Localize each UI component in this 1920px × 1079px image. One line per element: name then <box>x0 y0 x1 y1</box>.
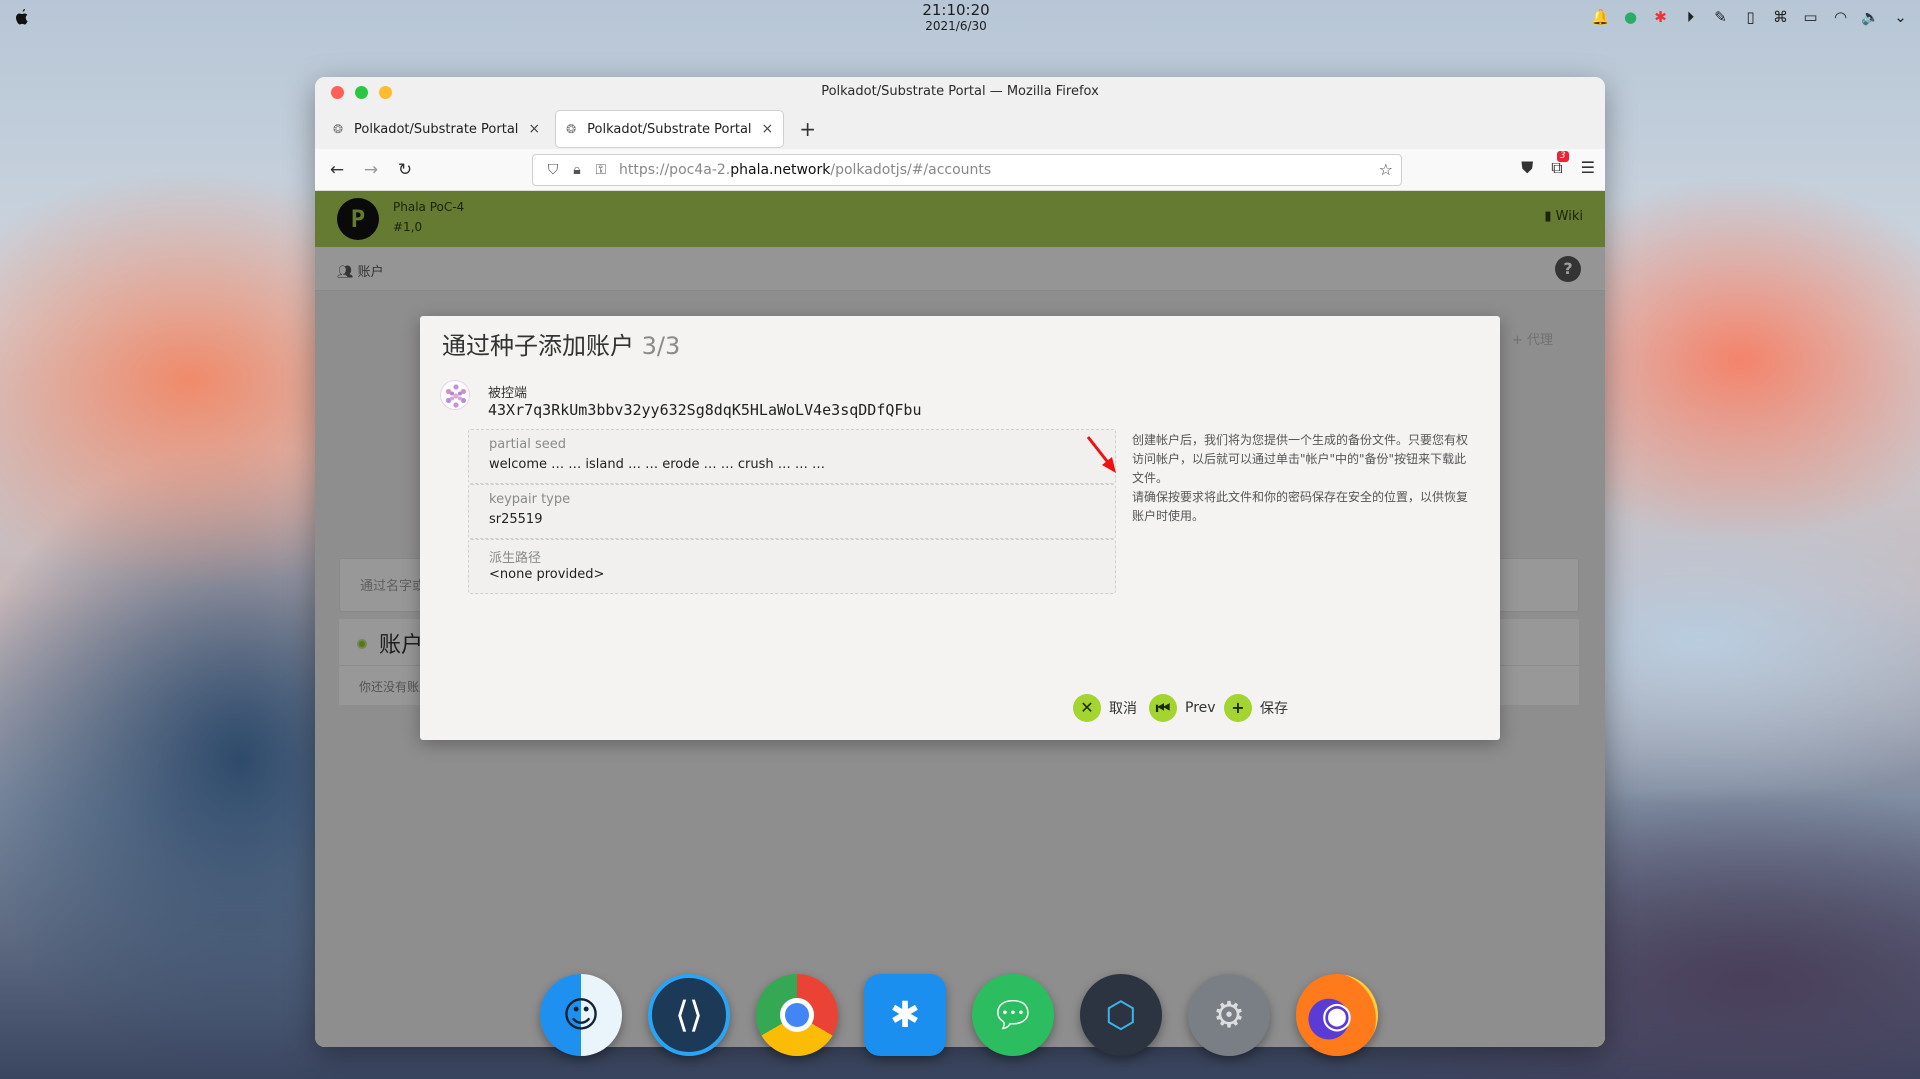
cancel-button[interactable]: ✕ 取消 <box>1073 694 1137 722</box>
shield-icon[interactable]: ⛉ <box>541 162 565 178</box>
red-arrow-annotation <box>1086 436 1116 473</box>
new-tab-button[interactable]: + <box>799 117 816 141</box>
lock-icon[interactable]: 🔒︎ <box>565 162 589 178</box>
page-content: P Phala PoC-4 #1,0 ▮ Wiki 👥︎ 账户 ? + 代理 通… <box>315 191 1605 1047</box>
field-value: <none provided> <box>489 567 605 582</box>
field-label: partial seed <box>489 437 567 452</box>
polkadot-favicon-icon: ❂ <box>333 122 344 136</box>
clock-date: 2021/6/30 <box>925 19 987 33</box>
identicon-avatar[interactable] <box>440 380 470 410</box>
keypair-type-field: keypair type sr25519 <box>468 484 1116 539</box>
clock[interactable]: 21:10:20 2021/6/30 <box>900 1 1012 34</box>
vscode-icon[interactable]: ⟨⟩ <box>648 974 730 1056</box>
add-account-modal: 通过种子添加账户 3/3 被控端 43Xr7q3RkUm3bbv32yy632S… <box>420 316 1500 740</box>
navigation-bar: ← → ↻ ⛉ 🔒︎ ⚿ https://poc4a-2.phala.netwo… <box>315 149 1605 191</box>
step-indicator: 3/3 <box>641 332 681 360</box>
derivation-path-field: 派生路径 <none provided> <box>468 539 1116 594</box>
tab-strip: ❂ Polkadot/Substrate Portal × ❂ Polkadot… <box>315 109 1605 149</box>
volume-icon[interactable]: 🔈 <box>1861 8 1880 27</box>
system-settings-icon[interactable]: ⚙ <box>1188 974 1270 1056</box>
backup-help-text: 创建帐户后，我们将为您提供一个生成的备份文件。只要您有权访问帐户，以后就可以通过… <box>1132 433 1469 485</box>
dock: ☺ ⟨⟩ ✱ 💬︎ ⬡ ⚙ ◉ <box>540 974 1378 1056</box>
key-icon[interactable]: ⚿ <box>589 162 613 178</box>
prev-button[interactable]: ⏮ Prev <box>1149 694 1216 722</box>
tab-label: Polkadot/Substrate Portal <box>587 121 752 137</box>
partial-seed-field: partial seed welcome … … island … … erod… <box>468 429 1116 484</box>
url-bar[interactable]: ⛉ 🔒︎ ⚿ https://poc4a-2.phala.network/pol… <box>532 154 1402 186</box>
clipboard-icon[interactable]: ▯ <box>1741 8 1760 27</box>
close-tab-icon[interactable]: × <box>528 121 540 137</box>
close-icon: ✕ <box>1073 694 1101 722</box>
menu-icon[interactable]: ☰ <box>1581 158 1595 178</box>
notification-bell-icon[interactable]: 🔔 <box>1591 8 1610 27</box>
polkadot-favicon-icon: ❂ <box>566 122 577 136</box>
tab-portal-1[interactable]: ❂ Polkadot/Substrate Portal × <box>323 111 550 147</box>
browser-window: Polkadot/Substrate Portal — Mozilla Fire… <box>315 77 1605 1047</box>
command-icon[interactable]: ⌘ <box>1771 8 1790 27</box>
wechat-icon[interactable]: 💬︎ <box>972 974 1054 1056</box>
pen-icon[interactable]: ✎ <box>1711 8 1730 27</box>
field-label: keypair type <box>489 492 571 507</box>
wifi-icon[interactable]: ◠ <box>1831 8 1850 27</box>
field-label: 派生路径 <box>489 551 542 566</box>
firefox-icon[interactable]: ◉ <box>1296 974 1378 1056</box>
status-tray: 🔔 ● ✱ ⏵ ✎ ▯ ⌘ ▭ ◠ 🔈 ⌄ <box>1591 8 1910 27</box>
wechat-tray-icon[interactable]: ● <box>1621 8 1640 27</box>
skip-back-icon: ⏮ <box>1149 694 1177 722</box>
tab-portal-2[interactable]: ❂ Polkadot/Substrate Portal × <box>556 111 784 147</box>
bookmark-star-icon[interactable]: ☆ <box>1379 160 1393 179</box>
account-name: 被控端 <box>488 386 528 401</box>
tab-label: Polkadot/Substrate Portal <box>354 121 519 137</box>
plus-icon: + <box>1224 694 1252 722</box>
account-address: 43Xr7q3RkUm3bbv32yy632Sg8dqK5HLaWoLV4e3s… <box>488 401 922 419</box>
modal-title: 通过种子添加账户 3/3 <box>442 332 681 360</box>
url-text: https://poc4a-2.phala.network/polkadotjs… <box>619 162 992 178</box>
apple-icon[interactable] <box>14 8 30 26</box>
toolbar-right: ⛊ ⧉ 3 ☰ <box>1521 151 1595 178</box>
close-tab-icon[interactable]: × <box>762 121 774 137</box>
system-menu-bar: 21:10:20 2021/6/30 🔔 ● ✱ ⏵ ✎ ▯ ⌘ ▭ ◠ 🔈 ⌄ <box>0 0 1920 36</box>
play-icon[interactable]: ⏵ <box>1681 8 1700 27</box>
chevron-down-icon[interactable]: ⌄ <box>1891 8 1910 27</box>
extension-icon[interactable]: ⧉ 3 <box>1551 151 1569 178</box>
app-tray-icon[interactable]: ✱ <box>1651 8 1670 27</box>
chrome-icon[interactable] <box>756 974 838 1056</box>
safety-help-text: 请确保按要求将此文件和你的密码保存在安全的位置，以供恢复账户时使用。 <box>1132 490 1469 523</box>
reload-button[interactable]: ↻ <box>393 160 417 180</box>
activity-monitor-icon[interactable]: ⬡ <box>1080 974 1162 1056</box>
field-value: welcome … … island … … erode … … crush …… <box>489 457 826 472</box>
clock-time: 21:10:20 <box>922 1 990 19</box>
window-titlebar[interactable]: Polkadot/Substrate Portal — Mozilla Fire… <box>315 77 1605 109</box>
field-value: sr25519 <box>489 512 543 527</box>
app-asterisk-icon[interactable]: ✱ <box>864 974 946 1056</box>
pocket-icon[interactable]: ⛊ <box>1521 158 1533 178</box>
finder-icon[interactable]: ☺ <box>540 974 622 1056</box>
battery-icon[interactable]: ▭ <box>1801 8 1820 27</box>
back-button[interactable]: ← <box>325 160 349 180</box>
save-button[interactable]: + 保存 <box>1224 694 1288 722</box>
window-title: Polkadot/Substrate Portal — Mozilla Fire… <box>821 84 1099 99</box>
forward-button[interactable]: → <box>359 160 383 180</box>
